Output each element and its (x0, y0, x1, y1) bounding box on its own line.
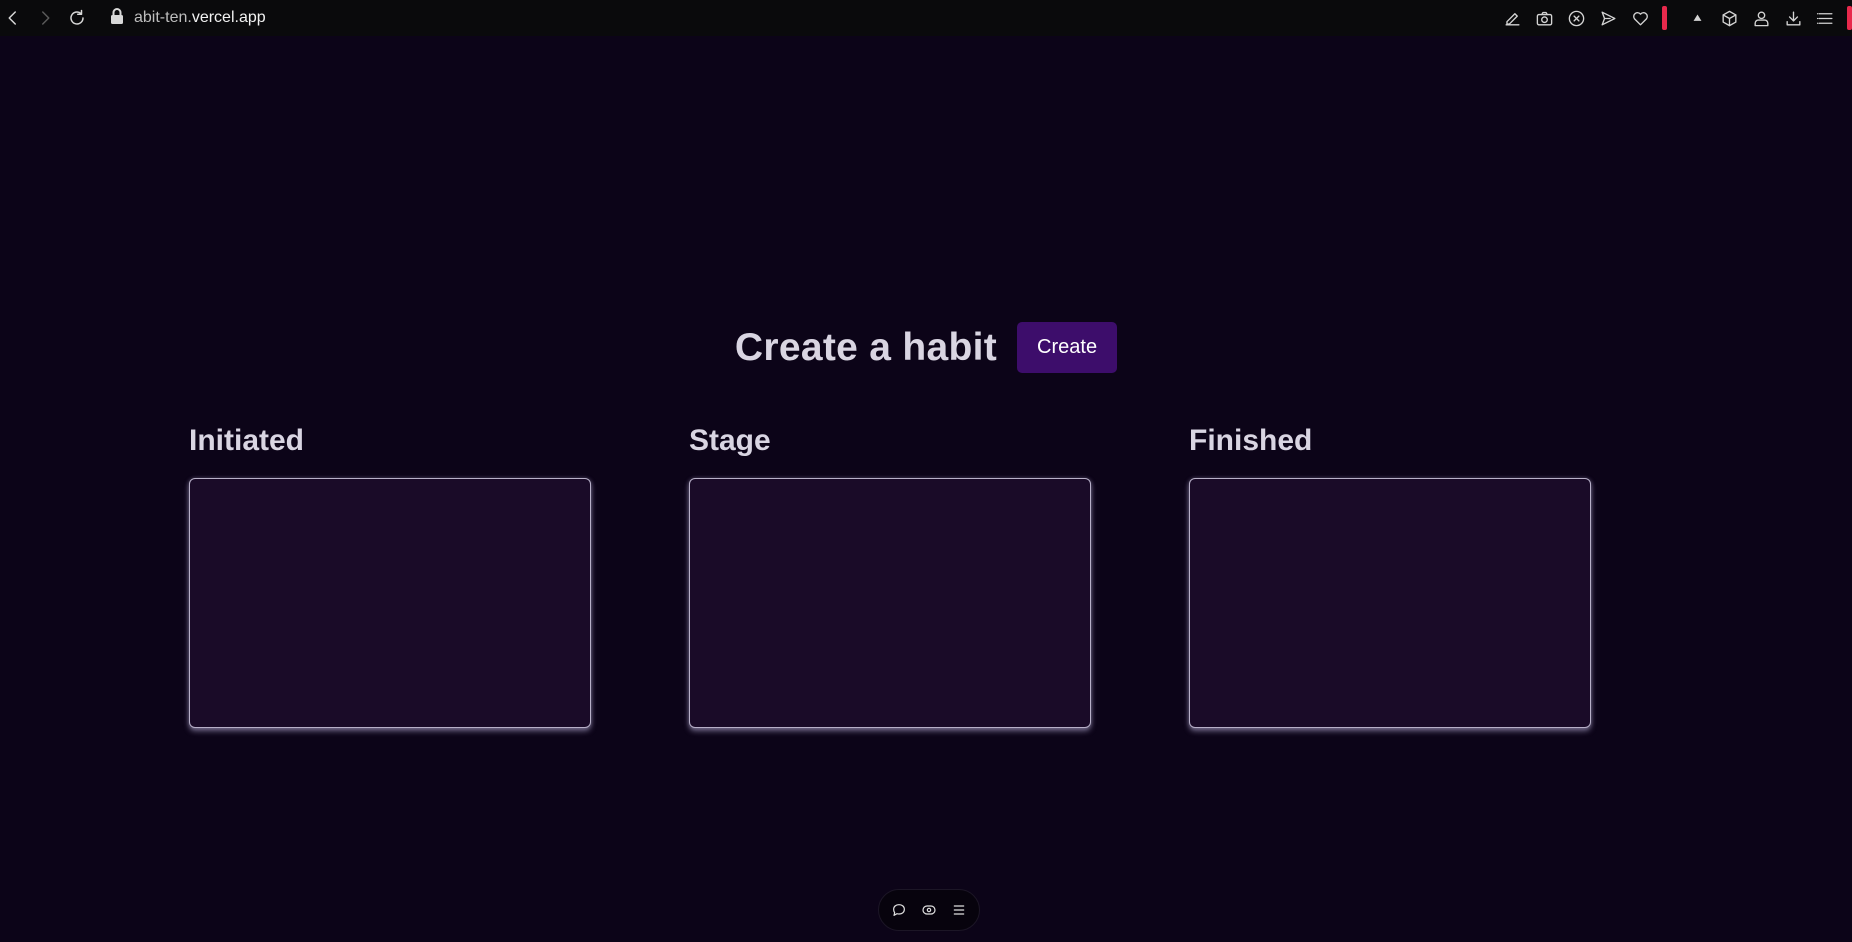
column-initiated: Initiated (189, 424, 591, 728)
user-icon (1753, 10, 1769, 26)
comment-button[interactable] (889, 900, 909, 920)
menu-icon (953, 905, 965, 915)
reload-button[interactable] (66, 7, 88, 29)
triangle-button[interactable] (1681, 0, 1713, 36)
x-circle-icon (1568, 10, 1584, 26)
download-icon (1785, 10, 1801, 26)
heart-icon (1632, 11, 1648, 26)
screenshot-button[interactable] (1528, 0, 1560, 36)
app-main: Create a habit Create Initiated Stage Fi… (0, 36, 1852, 942)
url-domain: vercel.app (191, 9, 266, 26)
extensions-button[interactable] (1713, 0, 1745, 36)
eye-icon (922, 905, 936, 915)
edit-icon (1504, 12, 1520, 26)
chevron-left-icon (8, 11, 16, 25)
preview-button[interactable] (919, 900, 939, 920)
column-title-stage: Stage (689, 424, 771, 457)
back-button[interactable] (2, 7, 24, 29)
favorite-button[interactable] (1624, 0, 1656, 36)
column-finished: Finished (1189, 424, 1591, 728)
forward-button[interactable] (34, 7, 56, 29)
column-title-finished: Finished (1189, 424, 1313, 457)
block-button[interactable] (1560, 0, 1592, 36)
url-text: abit-ten.vercel.app (134, 9, 266, 27)
camera-icon (1536, 11, 1552, 26)
habit-dropzone-stage[interactable] (689, 478, 1091, 728)
create-button[interactable]: Create (1017, 322, 1118, 373)
habit-dropzone-finished[interactable] (1189, 478, 1591, 728)
extension-toolbar (1496, 0, 1852, 36)
column-title-initiated: Initiated (189, 424, 305, 457)
lock-icon (110, 7, 124, 29)
create-habit-header: Create a habit Create (0, 322, 1852, 373)
reload-icon (70, 9, 84, 25)
address-bar[interactable]: abit-ten.vercel.app (110, 6, 266, 30)
chevron-right-icon (42, 11, 50, 25)
downloads-button[interactable] (1777, 0, 1809, 36)
url-prefix: abit-ten. (134, 9, 192, 26)
edit-button[interactable] (1496, 0, 1528, 36)
chat-bubble-icon (893, 904, 905, 916)
sidebar-indicator (1847, 6, 1852, 30)
column-stage: Stage (689, 424, 1091, 728)
browser-toolbar: abit-ten.vercel.app (0, 0, 1852, 36)
recording-indicator (1662, 6, 1667, 30)
send-icon (1600, 10, 1616, 26)
triangle-icon (1693, 14, 1701, 21)
floating-toolbar (878, 889, 980, 931)
send-button[interactable] (1592, 0, 1624, 36)
page-title: Create a habit (734, 325, 998, 369)
profile-button[interactable] (1745, 0, 1777, 36)
habit-dropzone-initiated[interactable] (189, 478, 591, 728)
cube-icon (1721, 10, 1737, 26)
menu-button[interactable] (1809, 0, 1841, 36)
menu-icon (1816, 12, 1833, 24)
more-button[interactable] (949, 900, 969, 920)
